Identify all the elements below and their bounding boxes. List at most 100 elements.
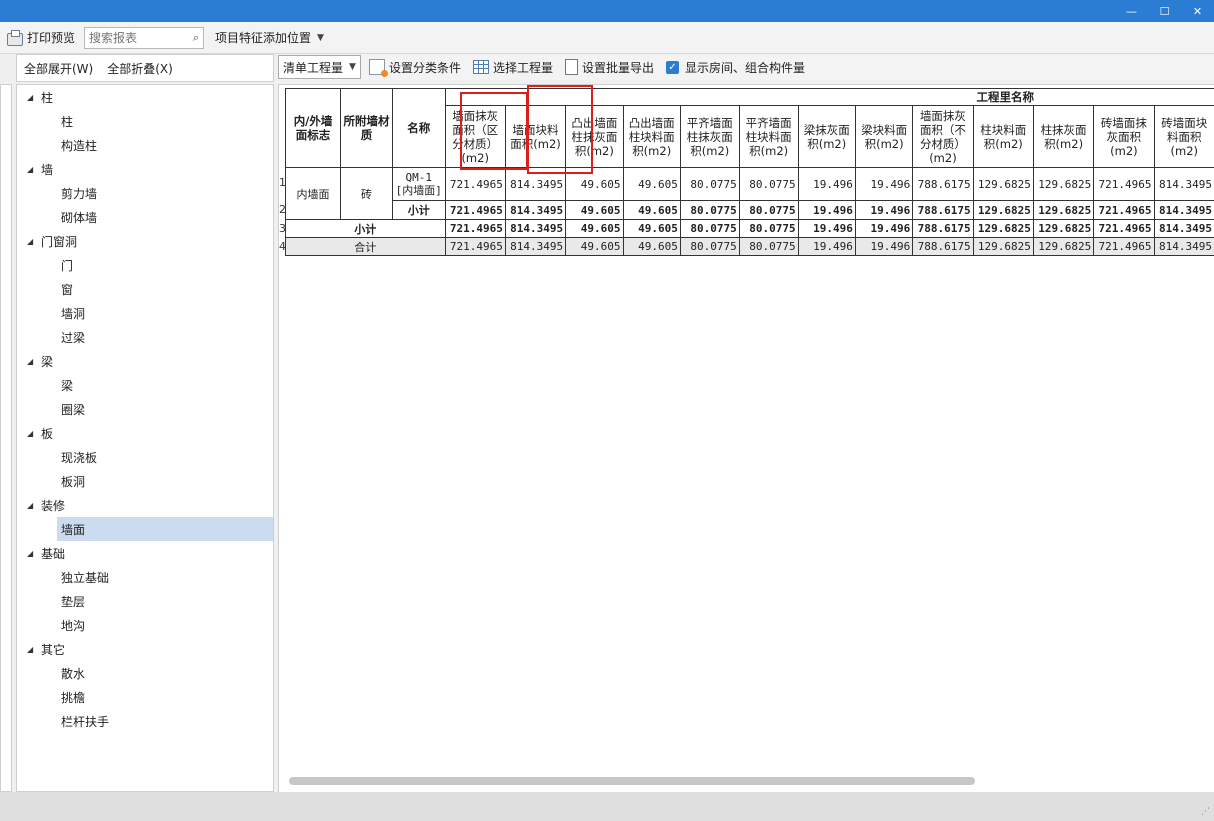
report-table: 内/外墙面标志 所附墙材质 名称 工程里名称 墙面抹灰面积（区分材质）(m2) 墙… xyxy=(284,88,1214,256)
collapse-triangle-icon[interactable]: ◢ xyxy=(27,501,41,510)
tree-category[interactable]: ◢ 其它 xyxy=(17,637,273,661)
collapse-triangle-icon[interactable]: ◢ xyxy=(27,165,41,174)
data-cell: 814.3495 xyxy=(504,237,567,256)
tree-item[interactable]: 独立基础 xyxy=(17,565,273,589)
data-cell: 721.4965 xyxy=(444,200,506,220)
data-cell: 129.6825 xyxy=(972,200,1034,220)
add-feature-position-dropdown[interactable]: 项目特征添加位置 ▼ xyxy=(212,26,327,50)
restore-button[interactable]: ☐ xyxy=(1148,0,1181,22)
collapse-triangle-icon[interactable]: ◢ xyxy=(27,93,41,102)
cell-subtotal-label: 小计 xyxy=(285,219,446,238)
tree-category[interactable]: ◢ 梁 xyxy=(17,349,273,373)
close-button[interactable]: ✕ xyxy=(1181,0,1214,22)
minimize-button[interactable]: — xyxy=(1115,0,1148,22)
collapse-all-button[interactable]: 全部折叠(X) xyxy=(107,60,173,77)
data-cell: 49.605 xyxy=(622,237,681,256)
data-cell: 19.496 xyxy=(797,237,856,256)
collapse-triangle-icon[interactable]: ◢ xyxy=(27,429,41,438)
dropdown-arrow-icon: ▼ xyxy=(349,62,356,72)
tree-item[interactable]: 梁 xyxy=(17,373,273,397)
set-batch-export-button[interactable]: 设置批量导出 xyxy=(564,59,654,76)
data-cell: 49.605 xyxy=(622,219,681,238)
tree-item[interactable]: 栏杆扶手 xyxy=(17,709,273,733)
tree-category-label: 装修 xyxy=(41,498,66,513)
tree-item[interactable]: 现浇板 xyxy=(17,445,273,469)
tree-category[interactable]: ◢ 墙 xyxy=(17,157,273,181)
tree-item-label: 柱 xyxy=(61,114,74,129)
tree-item[interactable]: 过梁 xyxy=(17,325,273,349)
checkbox-checked-icon[interactable]: ✓ xyxy=(665,60,679,74)
dropdown-arrow-icon: ▼ xyxy=(317,32,324,43)
filter-settings-icon xyxy=(368,59,388,77)
tree-category[interactable]: ◢ 装修 xyxy=(17,493,273,517)
tree-item-label: 现浇板 xyxy=(61,450,98,465)
tree-category-label: 柱 xyxy=(41,90,54,105)
tree-item[interactable]: 柱 xyxy=(17,109,273,133)
collapse-triangle-icon[interactable]: ◢ xyxy=(27,237,41,246)
header-name: 名称 xyxy=(391,88,446,168)
data-cell: 80.0775 xyxy=(679,200,740,220)
column-header: 凸出墙面柱块料面积(m2) xyxy=(622,105,681,168)
tree-item[interactable]: 门 xyxy=(17,253,273,277)
resize-grip-icon[interactable]: ⋰ xyxy=(1201,807,1210,817)
expand-all-button[interactable]: 全部展开(W) xyxy=(24,60,93,77)
set-filter-button[interactable]: 设置分类条件 xyxy=(368,59,461,77)
tree-item[interactable]: 垫层 xyxy=(17,589,273,613)
data-cell: 129.6825 xyxy=(1032,237,1095,256)
search-input[interactable] xyxy=(85,28,184,47)
data-cell: 80.0775 xyxy=(738,237,799,256)
status-bar: ⋰ xyxy=(0,792,1214,821)
column-header: 墙面抹灰面积（不分材质）(m2) xyxy=(912,105,974,168)
data-cell: 788.6175 xyxy=(912,167,974,201)
header-wall-material: 所附墙材质 xyxy=(340,88,393,168)
tree-item[interactable]: 挑檐 xyxy=(17,685,273,709)
data-cell: 129.6825 xyxy=(972,237,1034,256)
tree-item[interactable]: 墙洞 xyxy=(17,301,273,325)
show-rooms-checkbox[interactable]: ✓ 显示房间、组合构件量 xyxy=(665,59,805,76)
tree-item[interactable]: 剪力墙 xyxy=(17,181,273,205)
collapse-triangle-icon[interactable]: ◢ xyxy=(27,549,41,558)
cell-wall-flag: 内墙面 xyxy=(284,167,342,220)
set-batch-export-label: 设置批量导出 xyxy=(581,60,654,75)
tree-item-label: 剪力墙 xyxy=(61,186,98,201)
category-tree: ◢ 柱 柱 构造柱 ◢ 墙 剪力墙 砌体墙 ◢ 门窗洞 门 窗 墙洞 过梁 ◢ … xyxy=(16,84,274,792)
tree-category[interactable]: ◢ 柱 xyxy=(17,85,273,109)
data-cell: 19.496 xyxy=(854,200,914,220)
select-quantity-button[interactable]: 选择工程量 xyxy=(472,59,553,76)
data-cell: 814.3495 xyxy=(504,200,567,220)
search-icon[interactable]: ⌕ xyxy=(193,31,199,45)
data-cell: 814.3495 xyxy=(1153,237,1214,256)
data-cell: 788.6175 xyxy=(912,219,974,238)
column-header: 平齐墙面柱抹灰面积(m2) xyxy=(679,105,740,168)
tree-category-label: 板 xyxy=(41,426,54,441)
data-cell: 788.6175 xyxy=(912,200,974,220)
tree-item[interactable]: 圈梁 xyxy=(17,397,273,421)
tree-item[interactable]: 砌体墙 xyxy=(17,205,273,229)
collapse-triangle-icon[interactable]: ◢ xyxy=(27,357,41,366)
collapse-triangle-icon[interactable]: ◢ xyxy=(27,645,41,654)
tree-item[interactable]: 窗 xyxy=(17,277,273,301)
tree-item-label: 圈梁 xyxy=(61,402,86,417)
header-quantity-group: 工程里名称 xyxy=(444,88,1214,106)
tree-category[interactable]: ◢ 门窗洞 xyxy=(17,229,273,253)
tree-category-label: 其它 xyxy=(41,642,66,657)
tree-item-label: 挑檐 xyxy=(61,690,86,705)
tree-item[interactable]: 板洞 xyxy=(17,469,273,493)
tree-item-label: 墙洞 xyxy=(61,306,86,321)
tree-item[interactable]: 墙面 xyxy=(57,517,273,541)
print-preview-button[interactable]: 打印预览 xyxy=(4,26,78,50)
table-grid-icon xyxy=(472,60,489,74)
data-cell: 814.3495 xyxy=(504,219,567,238)
quantity-type-combo[interactable]: 清单工程量 ▼ xyxy=(278,55,361,79)
tree-item[interactable]: 散水 xyxy=(17,661,273,685)
column-header: 砖墙面块料面积(m2) xyxy=(1153,105,1214,168)
tree-item-label: 栏杆扶手 xyxy=(61,714,110,729)
tree-item[interactable]: 地沟 xyxy=(17,613,273,637)
tree-item[interactable]: 构造柱 xyxy=(17,133,273,157)
tree-category[interactable]: ◢ 板 xyxy=(17,421,273,445)
tree-category[interactable]: ◢ 基础 xyxy=(17,541,273,565)
data-cell: 49.605 xyxy=(622,200,681,220)
tree-category-label: 门窗洞 xyxy=(41,234,78,249)
horizontal-scrollbar[interactable] xyxy=(289,777,975,785)
data-cell: 19.496 xyxy=(854,237,914,256)
